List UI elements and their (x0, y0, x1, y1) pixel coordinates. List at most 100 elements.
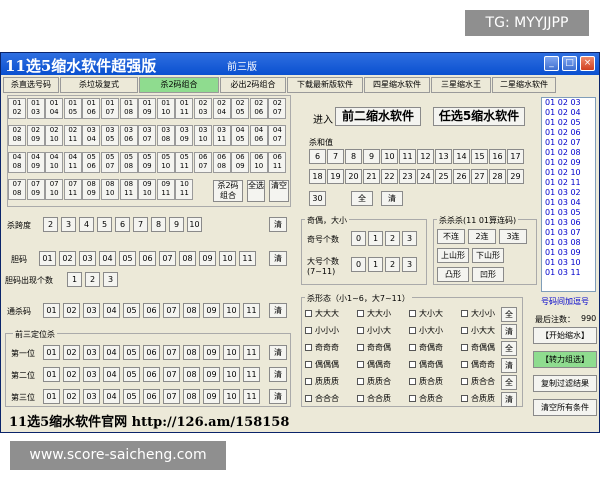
pair-button[interactable]: 07 09 (26, 179, 45, 200)
position-value-button[interactable]: 07 (163, 389, 180, 404)
list-item[interactable]: 01 03 06 (545, 218, 595, 228)
position-value-button[interactable]: 03 (83, 367, 100, 382)
shape-checkbox[interactable] (409, 395, 416, 402)
position-value-button[interactable]: 06 (143, 389, 160, 404)
trend-button[interactable]: 2连 (468, 229, 496, 244)
pair-button[interactable]: 03 04 (82, 125, 101, 146)
shape-checkbox[interactable] (461, 378, 468, 385)
pair-button[interactable]: 09 11 (156, 179, 175, 200)
pair-button[interactable]: 02 03 (194, 98, 212, 119)
list-item[interactable]: 01 02 04 (545, 108, 595, 118)
position-value-button[interactable]: 04 (103, 345, 120, 360)
shape-checkbox[interactable] (305, 344, 312, 351)
tongsha-clear-button[interactable]: 清 (269, 303, 287, 318)
pair-button[interactable]: 07 10 (45, 179, 64, 200)
shape-checkbox[interactable] (305, 327, 312, 334)
odd-count-button[interactable]: 2 (385, 231, 400, 246)
sum-value-button[interactable]: 12 (417, 149, 434, 164)
pair-button[interactable]: 03 09 (175, 125, 194, 146)
shape-checkbox[interactable] (461, 327, 468, 334)
position-value-button[interactable]: 06 (143, 345, 160, 360)
dan-value-button[interactable]: 11 (239, 251, 256, 266)
span-value-button[interactable]: 3 (61, 217, 76, 232)
sum-value-button[interactable]: 16 (489, 149, 506, 164)
sum-value-button[interactable]: 28 (489, 169, 506, 184)
trend-button[interactable]: 凸形 (437, 267, 469, 282)
minimize-icon[interactable]: _ (544, 56, 559, 71)
sum-value-button[interactable]: 30 (309, 191, 326, 206)
list-item[interactable]: 01 02 06 (545, 128, 595, 138)
pair-button[interactable]: 05 07 (101, 152, 119, 173)
dan-value-button[interactable]: 06 (139, 251, 156, 266)
pair-button[interactable]: 06 11 (268, 152, 287, 173)
tab-1[interactable]: 杀垃圾复式 (60, 77, 138, 93)
big-count-button[interactable]: 1 (368, 257, 383, 272)
pair-button[interactable]: 02 06 (249, 98, 268, 119)
shape-checkbox[interactable] (461, 310, 468, 317)
position-value-button[interactable]: 06 (143, 367, 160, 382)
enter-qian2-button[interactable]: 前二缩水软件 (335, 107, 421, 126)
tongsha-value-button[interactable]: 06 (143, 303, 160, 318)
shape-all-button[interactable]: 全 (501, 341, 517, 356)
force-group-button[interactable]: 【转力组选】 (533, 351, 597, 368)
pair-button[interactable]: 02 09 (26, 125, 45, 146)
tongsha-value-button[interactable]: 04 (103, 303, 120, 318)
sum-value-button[interactable]: 15 (471, 149, 488, 164)
pair-button[interactable]: 02 08 (8, 125, 26, 146)
shape-checkbox[interactable] (409, 361, 416, 368)
sum-all-button[interactable]: 全 (351, 191, 373, 206)
pair-button[interactable]: 01 07 (101, 98, 119, 119)
tongsha-value-button[interactable]: 09 (203, 303, 220, 318)
shape-clear-button[interactable]: 清 (501, 324, 517, 339)
list-item[interactable]: 01 03 02 (545, 188, 595, 198)
position-value-button[interactable]: 10 (223, 367, 240, 382)
shape-checkbox[interactable] (305, 395, 312, 402)
pair-button[interactable]: 03 11 (212, 125, 231, 146)
pair-button[interactable]: 06 08 (212, 152, 231, 173)
result-list[interactable]: 01 02 03 01 02 04 01 02 05 01 02 06 01 02 07… (541, 97, 596, 292)
shape-checkbox[interactable] (357, 344, 364, 351)
maximize-icon[interactable]: □ (562, 56, 577, 71)
pair-button[interactable]: 04 06 (249, 125, 268, 146)
pair-button[interactable]: 03 08 (156, 125, 175, 146)
pair-button[interactable]: 01 09 (138, 98, 157, 119)
shape-checkbox[interactable] (305, 361, 312, 368)
position-value-button[interactable]: 11 (243, 367, 260, 382)
shape-checkbox[interactable] (461, 395, 468, 402)
sum-clear-button[interactable]: 清 (381, 191, 403, 206)
pair-button[interactable]: 05 10 (156, 152, 175, 173)
shape-clear-button[interactable]: 清 (501, 358, 517, 373)
pair-button[interactable]: 04 11 (63, 152, 82, 173)
position-value-button[interactable]: 09 (203, 345, 220, 360)
position-value-button[interactable]: 05 (123, 345, 140, 360)
start-shrink-button[interactable]: 【开始缩水】 (533, 327, 597, 344)
dan-value-button[interactable]: 03 (79, 251, 96, 266)
position-value-button[interactable]: 10 (223, 389, 240, 404)
position-value-button[interactable]: 02 (63, 389, 80, 404)
pair-button[interactable]: 03 05 (101, 125, 119, 146)
list-item[interactable]: 01 02 03 (545, 98, 595, 108)
tab-3[interactable]: 必出2码组合 (220, 77, 286, 93)
position-value-button[interactable]: 09 (203, 367, 220, 382)
pair-button[interactable]: 03 06 (119, 125, 138, 146)
list-item[interactable]: 01 02 09 (545, 158, 595, 168)
select-all-button[interactable]: 全选 (247, 180, 265, 202)
shape-checkbox[interactable] (357, 395, 364, 402)
pair-button[interactable]: 02 10 (45, 125, 64, 146)
dan-value-button[interactable]: 04 (99, 251, 116, 266)
dan-count-button[interactable]: 2 (85, 272, 100, 287)
pair-button[interactable]: 04 08 (8, 152, 26, 173)
pair-button[interactable]: 03 07 (138, 125, 157, 146)
position-value-button[interactable]: 04 (103, 367, 120, 382)
position-value-button[interactable]: 01 (43, 389, 60, 404)
position-value-button[interactable]: 11 (243, 389, 260, 404)
sum-value-button[interactable]: 18 (309, 169, 326, 184)
position-value-button[interactable]: 08 (183, 367, 200, 382)
span-value-button[interactable]: 5 (97, 217, 112, 232)
pair-button[interactable]: 09 10 (138, 179, 157, 200)
pair-button[interactable]: 01 04 (45, 98, 64, 119)
close-icon[interactable]: × (580, 56, 595, 71)
position-value-button[interactable]: 04 (103, 389, 120, 404)
sum-value-button[interactable]: 29 (507, 169, 524, 184)
big-count-button[interactable]: 2 (385, 257, 400, 272)
